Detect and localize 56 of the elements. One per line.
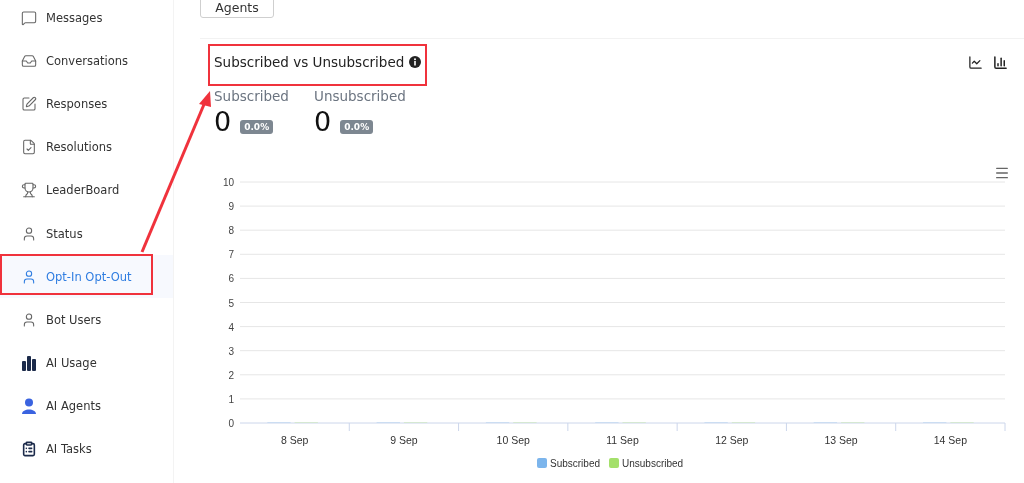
panel-title: Subscribed vs Unsubscribed xyxy=(214,54,405,70)
legend-label: Unsubscribed xyxy=(622,458,684,469)
sidebar-item[interactable]: Opt-In Opt-Out xyxy=(0,255,173,299)
axis-label: 9 Sep xyxy=(390,434,418,446)
agents-button[interactable]: Agents xyxy=(200,0,274,18)
axis-label: 11 Sep xyxy=(606,434,639,446)
document-check-icon xyxy=(21,139,37,156)
sidebar-item[interactable]: Status xyxy=(0,211,173,256)
axis-label: 0 xyxy=(228,418,234,429)
sidebar-item[interactable]: AI Tasks xyxy=(0,427,173,472)
stat-label: Subscribed xyxy=(214,88,289,104)
axis-label: 13 Sep xyxy=(824,434,858,446)
speech-bubble-icon xyxy=(21,9,37,26)
sidebar-item[interactable]: Bot Users xyxy=(0,298,173,342)
legend-item[interactable]: Subscribed xyxy=(537,458,601,469)
person-icon xyxy=(21,398,37,415)
pen-square-icon xyxy=(21,95,37,112)
axis-label: 14 Sep xyxy=(933,434,967,446)
line-chart-icon[interactable] xyxy=(968,54,983,70)
sidebar-item[interactable]: AI Usage xyxy=(0,341,173,385)
sidebar-item[interactable]: AI Agents xyxy=(0,384,173,428)
stat-value: 0 xyxy=(214,106,232,138)
sidebar-item[interactable]: Conversations xyxy=(0,39,173,83)
axis-label: 4 xyxy=(228,321,234,333)
axis-label: 1 xyxy=(228,393,234,405)
bar-chart-icon[interactable] xyxy=(993,54,1008,70)
user-icon xyxy=(21,268,37,285)
axis-label: 10 xyxy=(222,177,234,188)
trophy-icon xyxy=(21,182,37,199)
sidebar-item[interactable]: Resolutions xyxy=(0,125,173,169)
stat-label: Unsubscribed xyxy=(314,88,406,104)
bar-chart-icon xyxy=(21,355,37,372)
user-icon xyxy=(21,311,37,328)
user-icon xyxy=(21,225,37,242)
axis-label: 3 xyxy=(228,345,234,357)
axis-label: 2 xyxy=(228,369,234,381)
sidebar-item[interactable]: LeaderBoard xyxy=(0,168,173,212)
menu-icon[interactable] xyxy=(994,165,1010,181)
inbox-icon xyxy=(21,52,37,69)
axis-label: 10 Sep xyxy=(496,434,530,446)
axis-label: 6 xyxy=(228,273,234,285)
axis-label: 8 xyxy=(228,225,234,237)
axis-label: 5 xyxy=(228,297,234,309)
legend-label: Subscribed xyxy=(550,458,601,469)
clipboard-icon xyxy=(21,441,37,458)
axis-label: 12 Sep xyxy=(715,434,749,446)
axis-label: 8 Sep xyxy=(280,434,309,446)
percent-badge: 0.0% xyxy=(340,120,374,134)
stat-value: 0 xyxy=(314,106,332,138)
sidebar-item[interactable]: Responses xyxy=(0,82,173,126)
legend-item[interactable]: Unsubscribed xyxy=(609,458,684,469)
percent-badge: 0.0% xyxy=(240,120,274,134)
info-icon xyxy=(409,56,422,68)
sidebar-item[interactable]: Messages xyxy=(0,0,173,40)
axis-label: 7 xyxy=(228,249,234,261)
axis-label: 9 xyxy=(228,201,234,213)
